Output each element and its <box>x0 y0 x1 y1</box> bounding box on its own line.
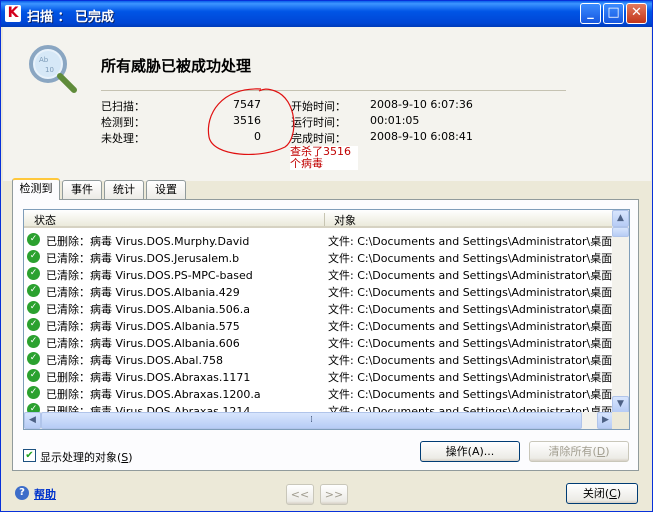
column-header-status[interactable]: 状态 <box>34 212 56 228</box>
row-object: 文件: C:\Documents and Settings\Administra… <box>328 303 614 316</box>
clear-all-button[interactable]: 清除所有(D) <box>529 441 629 462</box>
row-object: 文件: C:\Documents and Settings\Administra… <box>328 371 614 384</box>
clear-all-suffix: ) <box>605 445 610 458</box>
minimize-button[interactable]: _ <box>580 3 601 24</box>
row-status: 已删除：病毒 Virus.DOS.Murphy.David <box>46 235 250 248</box>
table-row[interactable]: ✓ 已清除：病毒 Virus.DOS.Abal.758 文件: C:\Documen… <box>24 350 614 367</box>
show-processed-checkbox[interactable]: ✔ <box>23 449 36 462</box>
finish-time-value: 2008-9-10 6:08:41 <box>370 130 473 143</box>
row-object: 文件: C:\Documents and Settings\Administra… <box>328 388 614 401</box>
show-processed-text: 显示处理的对象( <box>40 451 122 464</box>
row-object: 文件: C:\Documents and Settings\Administra… <box>328 252 614 265</box>
checkmark-status-icon: ✓ <box>27 369 40 382</box>
table-row[interactable]: ✓ 已删除：病毒 Virus.DOS.Murphy.David 文件: C:\Doc… <box>24 231 614 248</box>
checkmark-status-icon: ✓ <box>27 267 40 280</box>
help-icon[interactable]: ? <box>15 486 29 500</box>
detected-list[interactable]: 状态 对象 ✓ 已删除：病毒 Virus.DOS.Murphy.David 文件: … <box>23 209 630 430</box>
svg-text:Ab: Ab <box>39 56 49 64</box>
action-button[interactable]: 操作(A)... <box>420 441 520 462</box>
checkmark-status-icon: ✓ <box>27 250 40 263</box>
previous-button[interactable]: << <box>286 484 314 505</box>
help-link[interactable]: 帮助 <box>34 486 56 502</box>
close-text: 关闭( <box>582 487 610 500</box>
column-separator[interactable] <box>324 213 325 226</box>
clear-all-text: 清除所有( <box>548 445 597 458</box>
checkmark-status-icon: ✓ <box>27 301 40 314</box>
table-row[interactable]: ✓ 已清除：病毒 Virus.DOS.Albania.606 文件: C:\Docu… <box>24 333 614 350</box>
row-status: 已清除：病毒 Virus.DOS.PS-MPC-based <box>46 269 253 282</box>
table-row[interactable]: ✓ 已删除：病毒 Virus.DOS.Abraxas.1200.a 文件: C:\D… <box>24 384 614 401</box>
row-status: 已删除：病毒 Virus.DOS.Abraxas.1200.a <box>46 388 261 401</box>
next-button[interactable]: >> <box>320 484 348 505</box>
start-time-value: 2008-9-10 6:07:36 <box>370 98 473 111</box>
close-button[interactable]: 关闭(C) <box>566 483 638 504</box>
tab-detected[interactable]: 检测到 <box>12 178 60 200</box>
divider <box>101 90 566 91</box>
scroll-up-button[interactable]: ▲ <box>612 210 629 227</box>
magnifier-scan-icon: Ab 10 <box>29 45 77 93</box>
close-suffix: ) <box>616 487 622 500</box>
title-bar[interactable]: K 扫描 ： 已完成 _ □ ✕ <box>1 1 652 27</box>
annotation-note: 查杀了3516 个病毒 <box>290 146 358 170</box>
tab-settings[interactable]: 设置 <box>146 180 186 199</box>
svg-text:10: 10 <box>45 66 54 74</box>
table-row[interactable]: ✓ 已清除：病毒 Virus.DOS.Albania.429 文件: C:\Docu… <box>24 282 614 299</box>
row-object: 文件: C:\Documents and Settings\Administra… <box>328 286 614 299</box>
row-object: 文件: C:\Documents and Settings\Administra… <box>328 354 614 367</box>
scroll-corner <box>612 412 629 429</box>
row-status: 已删除：病毒 Virus.DOS.Abraxas.1171 <box>46 371 251 384</box>
hand-drawn-circle-annotation <box>207 88 295 156</box>
column-header-object[interactable]: 对象 <box>334 212 356 228</box>
vertical-scrollbar[interactable]: ▲ ▼ <box>612 210 629 413</box>
checkmark-status-icon: ✓ <box>27 335 40 348</box>
scroll-left-button[interactable]: ◀ <box>24 412 41 429</box>
row-object: 文件: C:\Documents and Settings\Administra… <box>328 320 614 333</box>
clear-all-accel: D <box>596 445 606 458</box>
scanned-label: 已扫描： <box>101 100 145 113</box>
table-row[interactable]: ✓ 已删除：病毒 Virus.DOS.Abraxas.1171 文件: C:\Doc… <box>24 367 614 384</box>
scroll-thumb-horizontal[interactable]: ⁞ <box>41 412 582 429</box>
checkmark-status-icon: ✓ <box>27 284 40 297</box>
table-row[interactable]: ✓ 已清除：病毒 Virus.DOS.Jerusalem.b 文件: C:\Docu… <box>24 248 614 265</box>
scroll-thumb-vertical[interactable] <box>612 227 629 237</box>
checkmark-status-icon: ✓ <box>27 233 40 246</box>
scan-window: K 扫描 ： 已完成 _ □ ✕ Ab 10 所有威胁已被成功处理 已扫描： 7… <box>0 0 653 512</box>
row-object: 文件: C:\Documents and Settings\Administra… <box>328 337 614 350</box>
row-status: 已清除：病毒 Virus.DOS.Abal.758 <box>46 354 223 367</box>
row-status: 已清除：病毒 Virus.DOS.Albania.429 <box>46 286 240 299</box>
row-status: 已清除：病毒 Virus.DOS.Albania.606 <box>46 337 240 350</box>
list-header: 状态 对象 <box>24 210 614 228</box>
checkmark-status-icon: ✓ <box>27 386 40 399</box>
show-processed-label[interactable]: 显示处理的对象(S) <box>40 449 133 465</box>
table-row[interactable]: ✓ 已清除：病毒 Virus.DOS.Albania.506.a 文件: C:\Do… <box>24 299 614 316</box>
unprocessed-label: 未处理： <box>101 132 145 145</box>
result-headline: 所有威胁已被成功处理 <box>101 57 252 75</box>
horizontal-scrollbar[interactable]: ◀ ⁞ ▶ <box>24 412 614 429</box>
close-window-button[interactable]: ✕ <box>626 3 647 24</box>
row-object: 文件: C:\Documents and Settings\Administra… <box>328 269 614 282</box>
annotation-line-2: 个病毒 <box>290 157 323 170</box>
row-object: 文件: C:\Documents and Settings\Administra… <box>328 235 614 248</box>
kaspersky-logo-icon: K <box>5 5 21 22</box>
table-row[interactable]: ✓ 已清除：病毒 Virus.DOS.PS-MPC-based 文件: C:\Doc… <box>24 265 614 282</box>
maximize-button[interactable]: □ <box>603 3 624 24</box>
row-status: 已清除：病毒 Virus.DOS.Albania.506.a <box>46 303 250 316</box>
close-accel: C <box>609 487 617 500</box>
run-time-value: 00:01:05 <box>370 114 420 127</box>
scroll-down-button[interactable]: ▼ <box>612 396 629 413</box>
row-status: 已清除：病毒 Virus.DOS.Jerusalem.b <box>46 252 240 265</box>
detected-label: 检测到： <box>101 116 145 129</box>
tab-statistics[interactable]: 统计 <box>104 180 144 199</box>
table-row[interactable]: ✓ 已清除：病毒 Virus.DOS.Albania.575 文件: C:\Docu… <box>24 316 614 333</box>
window-title: 扫描 ： 已完成 <box>27 10 115 25</box>
row-status: 已清除：病毒 Virus.DOS.Albania.575 <box>46 320 240 333</box>
checkmark-status-icon: ✓ <box>27 318 40 331</box>
tab-events[interactable]: 事件 <box>62 180 102 199</box>
show-processed-suffix: ) <box>128 451 133 464</box>
checkmark-status-icon: ✓ <box>27 352 40 365</box>
